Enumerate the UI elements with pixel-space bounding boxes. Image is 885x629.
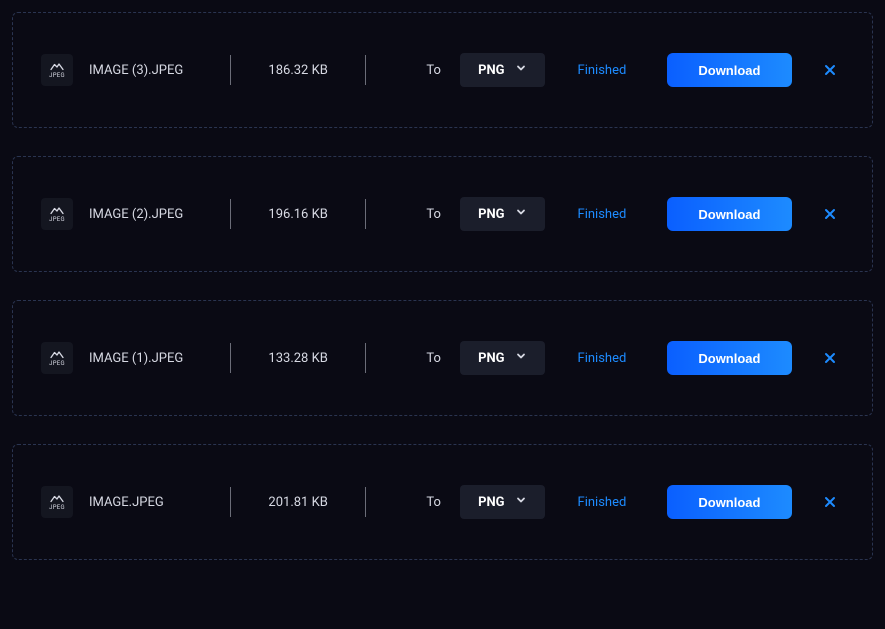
file-card: JPEG IMAGE (3).JPEG 186.32 KB To PNG Fin… — [12, 12, 873, 128]
format-select[interactable]: PNG — [460, 341, 546, 375]
file-name: IMAGE (1).JPEG — [89, 351, 218, 366]
to-label: To — [420, 351, 448, 366]
chevron-down-icon — [515, 206, 527, 222]
file-type-label: JPEG — [49, 216, 65, 223]
chevron-down-icon — [515, 494, 527, 510]
close-icon[interactable] — [816, 488, 844, 516]
file-type-label: JPEG — [49, 360, 65, 367]
format-value: PNG — [478, 207, 504, 222]
file-type-icon: JPEG — [41, 54, 73, 86]
chevron-down-icon — [515, 350, 527, 366]
close-icon[interactable] — [816, 344, 844, 372]
file-type-icon: JPEG — [41, 342, 73, 374]
format-value: PNG — [478, 495, 504, 510]
status-label: Finished — [557, 207, 647, 222]
status-label: Finished — [557, 63, 647, 78]
file-card: JPEG IMAGE (1).JPEG 133.28 KB To PNG Fin… — [12, 300, 873, 416]
format-value: PNG — [478, 63, 504, 78]
close-icon[interactable] — [816, 56, 844, 84]
format-select[interactable]: PNG — [460, 485, 546, 519]
divider — [230, 199, 231, 229]
download-button[interactable]: Download — [667, 485, 792, 519]
file-card: JPEG IMAGE (2).JPEG 196.16 KB To PNG Fin… — [12, 156, 873, 272]
file-size: 186.32 KB — [243, 63, 352, 78]
to-label: To — [420, 495, 448, 510]
format-select[interactable]: PNG — [460, 53, 546, 87]
download-button[interactable]: Download — [667, 197, 792, 231]
format-value: PNG — [478, 351, 504, 366]
divider — [365, 343, 366, 373]
to-label: To — [420, 63, 448, 78]
file-type-icon: JPEG — [41, 486, 73, 518]
file-type-label: JPEG — [49, 504, 65, 511]
file-size: 133.28 KB — [243, 351, 352, 366]
status-label: Finished — [557, 495, 647, 510]
file-type-label: JPEG — [49, 72, 65, 79]
file-card: JPEG IMAGE.JPEG 201.81 KB To PNG Finishe… — [12, 444, 873, 560]
divider — [230, 55, 231, 85]
divider — [230, 343, 231, 373]
download-button[interactable]: Download — [667, 341, 792, 375]
format-select[interactable]: PNG — [460, 197, 546, 231]
divider — [365, 199, 366, 229]
file-size: 196.16 KB — [243, 207, 352, 222]
file-row: JPEG IMAGE (1).JPEG 133.28 KB To PNG Fin… — [41, 341, 844, 375]
download-button[interactable]: Download — [667, 53, 792, 87]
file-size: 201.81 KB — [243, 495, 352, 510]
status-label: Finished — [557, 351, 647, 366]
file-name: IMAGE (2).JPEG — [89, 207, 218, 222]
close-icon[interactable] — [816, 200, 844, 228]
file-name: IMAGE.JPEG — [89, 495, 218, 510]
chevron-down-icon — [515, 62, 527, 78]
file-type-icon: JPEG — [41, 198, 73, 230]
divider — [230, 487, 231, 517]
file-row: JPEG IMAGE.JPEG 201.81 KB To PNG Finishe… — [41, 485, 844, 519]
file-row: JPEG IMAGE (3).JPEG 186.32 KB To PNG Fin… — [41, 53, 844, 87]
to-label: To — [420, 207, 448, 222]
file-row: JPEG IMAGE (2).JPEG 196.16 KB To PNG Fin… — [41, 197, 844, 231]
divider — [365, 487, 366, 517]
divider — [365, 55, 366, 85]
file-name: IMAGE (3).JPEG — [89, 63, 218, 78]
